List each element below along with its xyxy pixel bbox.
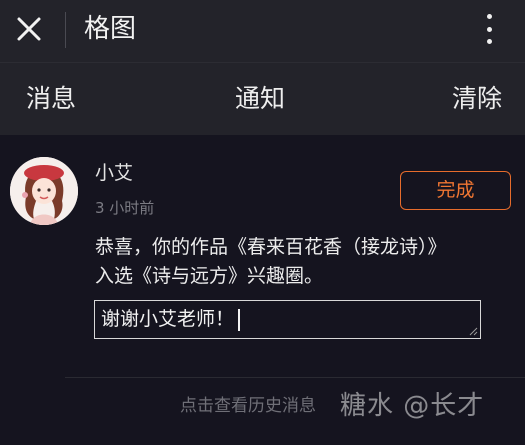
close-icon — [17, 17, 41, 41]
avatar-icon — [10, 157, 78, 225]
tab-messages[interactable]: 消息 — [26, 81, 76, 117]
page-title: 格图 — [84, 14, 137, 44]
reply-value: 谢谢小艾老师！ — [101, 308, 235, 330]
avatar[interactable] — [10, 157, 78, 225]
resize-handle-icon[interactable] — [468, 326, 478, 336]
divider — [65, 377, 525, 378]
notification-message: 恭喜，你的作品《春来百花香（接龙诗）》入选《诗与远方》兴趣圈。 — [95, 236, 438, 287]
username[interactable]: 小艾 — [95, 160, 133, 186]
reply-input[interactable]: 谢谢小艾老师！ — [94, 300, 481, 339]
clear-button[interactable]: 清除 — [452, 81, 502, 117]
reply-text: 谢谢小艾老师！ — [101, 306, 241, 332]
text-cursor — [238, 308, 241, 331]
history-link[interactable]: 点击查看历史消息 — [180, 393, 316, 419]
tab-bar: 消息 通知 清除 — [0, 63, 525, 135]
watermark: 糖水 @长才 — [340, 391, 485, 421]
more-vertical-icon[interactable] — [474, 12, 504, 46]
title-separator — [65, 12, 66, 48]
title-bar: 格图 — [0, 0, 525, 63]
close-button[interactable] — [14, 14, 44, 44]
done-button[interactable]: 完成 — [400, 171, 511, 210]
tab-notifications[interactable]: 通知 — [235, 81, 285, 117]
notification-screen: 格图 消息 通知 清除 小艾 3 小时前 完成 恭喜，你的作品《春来百花香（接龙… — [0, 0, 525, 445]
timestamp: 3 小时前 — [95, 199, 155, 217]
